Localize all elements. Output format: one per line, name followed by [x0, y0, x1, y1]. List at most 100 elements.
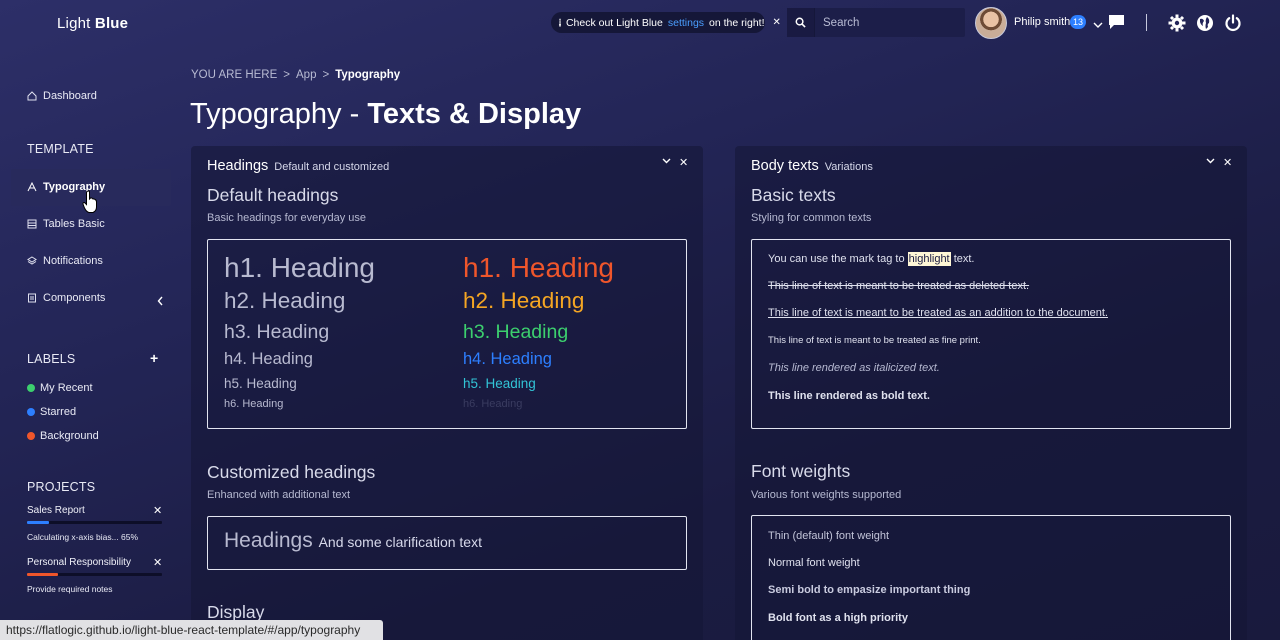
breadcrumb-separator: > — [322, 69, 330, 81]
card-title: Headings Default and customized — [207, 158, 389, 174]
sidebar-item-dashboard[interactable]: Dashboard — [27, 90, 97, 102]
power-icon[interactable] — [1224, 14, 1242, 37]
chevron-down-icon[interactable] — [1093, 16, 1103, 34]
label-text: Background — [40, 430, 99, 442]
label-text: Starred — [40, 406, 77, 418]
label-text: My Recent — [40, 382, 93, 394]
heading-h6: h6. Heading — [224, 398, 284, 410]
heading-h5: h5. Heading — [224, 376, 297, 391]
section-subtitle: Basic headings for everyday use — [207, 212, 366, 224]
sidebar-heading-projects: PROJECTS — [27, 480, 96, 494]
card-subtitle: Variations — [824, 161, 873, 173]
sidebar-item-label: Dashboard — [43, 90, 97, 102]
label-item-starred[interactable]: Starred — [27, 406, 76, 418]
page-title-bold: Texts & Display — [367, 98, 582, 130]
gear-icon[interactable] — [1168, 14, 1186, 37]
mark-text-line: You can use the mark tag to highlight te… — [768, 252, 974, 266]
heading-h4: h4. Heading — [224, 350, 313, 368]
project-progress-fill — [27, 521, 49, 524]
chat-icon[interactable] — [1108, 14, 1125, 35]
thin-weight-line: Thin (default) font weight — [768, 530, 890, 542]
section-title: Default headings — [207, 185, 339, 205]
sidebar-item-label: Tables Basic — [43, 218, 105, 230]
heading-h1: h1. Heading — [224, 252, 376, 283]
logo-light-text: Light — [57, 15, 91, 32]
colored-heading-h3: h3. Heading — [463, 321, 569, 343]
basic-texts-box: You can use the mark tag to highlight te… — [751, 239, 1231, 429]
app-logo[interactable]: Light Blue — [57, 15, 128, 32]
sidebar-item-notifications[interactable]: Notifications — [27, 255, 103, 267]
section-subtitle: Various font weights supported — [751, 489, 902, 501]
colored-heading-h6: h6. Heading — [463, 398, 523, 410]
sidebar-heading-labels: LABELS — [27, 352, 76, 366]
normal-weight-line: Normal font weight — [768, 557, 860, 569]
chevron-left-icon[interactable] — [157, 293, 164, 311]
close-project-icon[interactable]: ✕ — [153, 556, 162, 569]
section-title: Font weights — [751, 461, 851, 481]
inserted-text-line: This line of text is meant to be treated… — [768, 307, 1108, 319]
project-title: Sales Report — [27, 505, 85, 516]
card-title-text: Headings — [207, 158, 269, 174]
collapse-icon[interactable] — [662, 156, 671, 169]
customized-headings-box: Headings And some clarification text — [207, 516, 687, 570]
card-subtitle: Default and customized — [274, 161, 390, 173]
highlighted-word: highlight — [907, 252, 951, 266]
page-title-light: Typography - — [190, 98, 360, 130]
layers-icon — [27, 256, 37, 265]
section-subtitle: Enhanced with additional text — [207, 489, 351, 501]
close-icon[interactable]: ✕ — [679, 156, 688, 169]
logo-bold-text: Blue — [94, 15, 129, 32]
notification-count-badge[interactable]: 13 — [1070, 15, 1086, 29]
notice-text: Check out Light Blue — [565, 16, 663, 29]
project-note: Provide required notes — [27, 584, 113, 594]
headings-card: Headings Default and customized ✕ Defaul… — [191, 146, 703, 640]
label-dot — [27, 384, 35, 392]
breadcrumb-root: YOU ARE HERE — [191, 69, 278, 81]
card-controls: ✕ — [662, 156, 688, 169]
document-icon — [28, 293, 36, 303]
add-label-icon[interactable]: + — [150, 350, 158, 366]
avatar[interactable] — [975, 7, 1007, 39]
project-progress-fill — [27, 573, 59, 576]
label-dot — [27, 408, 35, 416]
search-input[interactable] — [815, 16, 955, 29]
bold-weight-line: Bold font as a high priority — [768, 612, 908, 624]
hand-cursor-icon — [82, 190, 98, 219]
close-project-icon[interactable]: ✕ — [153, 504, 162, 517]
page-title: Typography - Texts & Display — [190, 98, 581, 131]
sidebar-item-tables[interactable]: Tables Basic — [27, 218, 105, 230]
semibold-weight-line: Semi bold to empasize important thing — [768, 584, 971, 596]
label-item-my-recent[interactable]: My Recent — [27, 382, 93, 394]
globe-icon[interactable] — [1196, 14, 1214, 37]
card-title-text: Body texts — [751, 158, 819, 174]
font-weights-box: Thin (default) font weight Normal font w… — [751, 515, 1231, 640]
table-icon — [27, 219, 37, 229]
project-progress-bar — [27, 521, 162, 524]
card-title: Body texts Variations — [751, 158, 873, 174]
close-icon[interactable]: ✕ — [1223, 156, 1232, 169]
mark-text-pre: You can use the mark tag to — [768, 253, 905, 265]
custom-heading-small: And some clarification text — [318, 534, 482, 550]
search-icon[interactable] — [787, 8, 815, 37]
section-title: Basic texts — [751, 185, 836, 205]
colored-heading-h2: h2. Heading — [463, 288, 585, 313]
typography-icon — [27, 182, 37, 192]
breadcrumb-current: Typography — [335, 69, 401, 81]
fine-print-line: This line of text is meant to be treated… — [768, 335, 981, 346]
breadcrumb: YOU ARE HERE > App > Typography — [191, 69, 400, 81]
breadcrumb-app[interactable]: App — [296, 69, 316, 81]
header-divider — [1146, 14, 1147, 31]
close-icon[interactable]: ✕ — [773, 17, 781, 28]
info-icon: i — [559, 18, 561, 27]
label-item-background[interactable]: Background — [27, 430, 99, 442]
notice-text-end: on the right! — [709, 16, 765, 29]
user-name[interactable]: Philip smith — [1014, 16, 1070, 28]
custom-heading: Headings And some clarification text — [224, 529, 482, 553]
colored-heading-h4: h4. Heading — [463, 350, 552, 368]
collapse-icon[interactable] — [1206, 156, 1215, 169]
home-icon — [27, 91, 37, 101]
sidebar-item-label: Components — [43, 292, 106, 304]
sidebar-item-components[interactable]: Components — [27, 292, 105, 304]
notice-settings-link[interactable]: settings — [668, 17, 704, 29]
search-box — [787, 8, 965, 37]
